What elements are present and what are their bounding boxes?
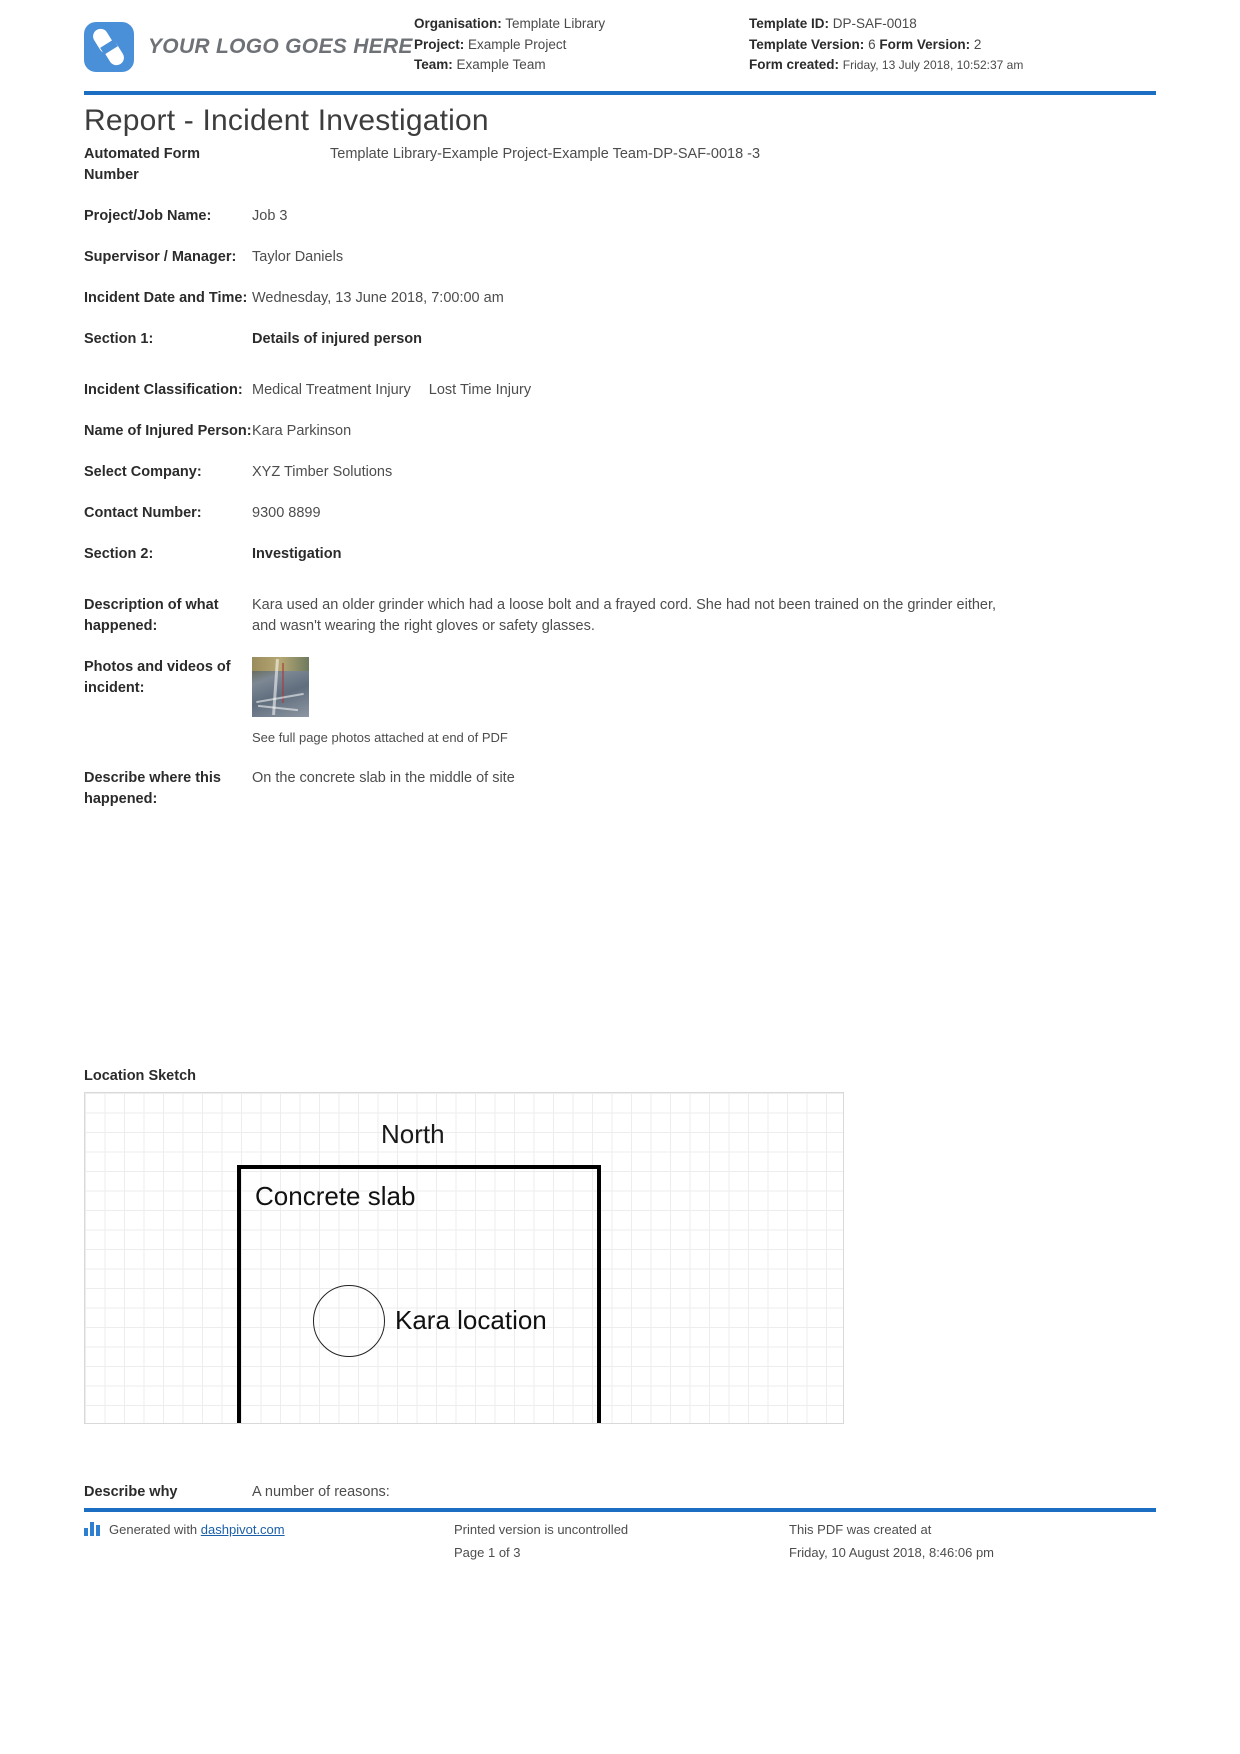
field-value: Medical Treatment Injury Lost Time Injury: [252, 380, 1156, 401]
field-label: Project/Job Name:: [84, 208, 212, 224]
section-2-heading: Section 2: Investigation: [84, 544, 1156, 565]
field-value: Template Library-Example Project-Example…: [330, 146, 761, 162]
field-label: Automated Form Number: [84, 146, 200, 183]
classification-item-1: Medical Treatment Injury: [252, 382, 411, 398]
field-value: Taylor Daniels: [252, 249, 344, 265]
field-value: Wednesday, 13 June 2018, 7:00:00 am: [252, 290, 504, 306]
meta-template-id-key: Template ID:: [749, 16, 830, 31]
field-label: Describe where this happened:: [84, 770, 221, 807]
header-divider: [84, 91, 1156, 95]
field-automated-form-number: Automated Form Number Template Library-E…: [84, 144, 1156, 186]
logo-text: YOUR LOGO GOES HERE: [148, 35, 413, 58]
section-title: Investigation: [252, 546, 342, 562]
field-label: Photos and videos of incident:: [84, 659, 231, 696]
document-footer: Generated with dashpivot.com Printed ver…: [84, 1518, 1156, 1564]
field-value: See full page photos attached at end of …: [252, 657, 1156, 748]
footer-printed: Printed version is uncontrolled Page 1 o…: [454, 1518, 789, 1564]
meta-template-version-key: Template Version:: [749, 36, 865, 52]
document-header: YOUR LOGO GOES HERE Organisation: Templa…: [84, 14, 1156, 90]
location-sketch-heading: Location Sketch: [84, 1068, 196, 1084]
location-sketch[interactable]: North Concrete slab Kara location: [84, 1092, 844, 1424]
meta-organisation-value: Template Library: [505, 16, 606, 31]
field-where-happened: Describe where this happened: On the con…: [84, 768, 1156, 810]
field-contact-number: Contact Number: 9300 8899: [84, 503, 1156, 524]
field-label: Description of what happened:: [84, 597, 219, 634]
meta-form-created: Form created: Friday, 13 July 2018, 10:5…: [749, 55, 1023, 76]
form-body: Automated Form Number Template Library-E…: [84, 144, 1156, 830]
chart-bars-icon: [84, 1522, 102, 1536]
header-meta-right: Template ID: DP-SAF-0018 Template Versio…: [749, 14, 1023, 76]
meta-project-value: Example Project: [468, 36, 567, 52]
field-supervisor: Supervisor / Manager: Taylor Daniels: [84, 247, 1156, 268]
field-incident-classification: Incident Classification: Medical Treatme…: [84, 380, 1156, 401]
sketch-kara-label: Kara location: [395, 1305, 547, 1335]
field-project-job-name: Project/Job Name: Job 3: [84, 206, 1156, 227]
field-incident-datetime: Incident Date and Time: Wednesday, 13 Ju…: [84, 288, 1156, 309]
meta-project-key: Project:: [414, 36, 465, 52]
field-label: Supervisor / Manager:: [84, 249, 237, 265]
field-label: Incident Classification:: [84, 382, 243, 398]
classification-item-2: Lost Time Injury: [428, 382, 532, 398]
meta-versions: Template Version: 6 Form Version: 2: [749, 35, 1023, 56]
meta-team: Team: Example Team: [414, 55, 749, 76]
meta-team-value: Example Team: [456, 57, 546, 72]
meta-project: Project: Example Project: [414, 35, 749, 56]
field-label: Describe why: [84, 1484, 178, 1500]
field-describe-why: Describe why A number of reasons:: [84, 1484, 1156, 1500]
dashpivot-link[interactable]: dashpivot.com: [201, 1522, 285, 1537]
footer-generated-prefix: Generated with: [109, 1522, 198, 1537]
field-label: Incident Date and Time:: [84, 290, 248, 306]
footer-printed-line1: Printed version is uncontrolled: [454, 1522, 629, 1537]
field-value: Kara used an older grinder which had a l…: [252, 597, 997, 634]
footer-generated: Generated with dashpivot.com: [84, 1518, 454, 1564]
footer-generated-text: Generated with dashpivot.com: [109, 1518, 285, 1541]
meta-template-id: Template ID: DP-SAF-0018: [749, 14, 1023, 35]
footer-divider: [84, 1508, 1156, 1512]
section-label: Section 2:: [84, 546, 154, 562]
meta-template-version-value: 6: [868, 36, 876, 52]
sketch-slab-label: Concrete slab: [255, 1181, 416, 1211]
field-value: A number of reasons:: [252, 1484, 390, 1500]
meta-organisation-key: Organisation:: [414, 16, 502, 31]
field-description: Description of what happened: Kara used …: [84, 595, 1156, 637]
section-title: Details of injured person: [252, 331, 422, 347]
section-label: Section 1:: [84, 331, 154, 347]
meta-organisation: Organisation: Template Library: [414, 14, 749, 35]
section-1-heading: Section 1: Details of injured person: [84, 329, 1156, 350]
field-value: XYZ Timber Solutions: [252, 464, 393, 480]
meta-form-created-key: Form created:: [749, 57, 840, 72]
sketch-north-label: North: [381, 1119, 445, 1149]
meta-team-key: Team:: [414, 57, 453, 72]
meta-form-created-value: Friday, 13 July 2018, 10:52:37 am: [842, 58, 1024, 72]
footer-created: This PDF was created at Friday, 10 Augus…: [789, 1518, 1129, 1564]
incident-photo-thumbnail[interactable]: [252, 657, 309, 717]
footer-created-line1: This PDF was created at: [789, 1522, 932, 1537]
field-label: Name of Injured Person:: [84, 423, 252, 439]
meta-form-version-key: Form Version:: [879, 36, 971, 52]
field-injured-person: Name of Injured Person: Kara Parkinson: [84, 421, 1156, 442]
field-value: Kara Parkinson: [252, 423, 352, 439]
footer-created-timestamp: Friday, 10 August 2018, 8:46:06 pm: [789, 1545, 995, 1560]
meta-template-id-value: DP-SAF-0018: [832, 16, 917, 31]
company-logo: YOUR LOGO GOES HERE: [84, 14, 414, 72]
footer-page-number: Page 1 of 3: [454, 1545, 521, 1560]
logo-icon: [84, 22, 134, 72]
header-meta-left: Organisation: Template Library Project: …: [414, 14, 749, 76]
field-label: Contact Number:: [84, 505, 202, 521]
field-value: On the concrete slab in the middle of si…: [252, 770, 515, 786]
photos-caption: See full page photos attached at end of …: [252, 730, 508, 745]
field-label: Select Company:: [84, 464, 202, 480]
document-page: YOUR LOGO GOES HERE Organisation: Templa…: [0, 0, 1240, 1754]
page-title: Report - Incident Investigation: [84, 104, 489, 137]
field-photos: Photos and videos of incident: See full …: [84, 657, 1156, 748]
field-select-company: Select Company: XYZ Timber Solutions: [84, 462, 1156, 483]
field-value: Job 3: [252, 208, 288, 224]
sketch-kara-circle: [313, 1285, 385, 1357]
field-value: 9300 8899: [252, 505, 321, 521]
meta-form-version-value: 2: [973, 36, 982, 52]
